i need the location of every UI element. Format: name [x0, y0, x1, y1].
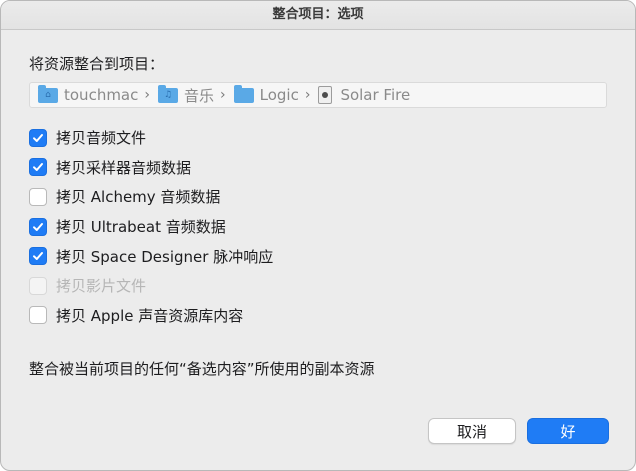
path-item-solar-fire[interactable]: Solar Fire	[318, 86, 410, 104]
option-label: 拷贝 Apple 声音资源库内容	[56, 306, 244, 325]
chevron-right-icon: ›	[144, 87, 150, 103]
checkbox[interactable]	[29, 247, 47, 266]
consolidate-options-dialog: 整合项目：选项 将资源整合到项目： ⌂ touchmac › ♫ 音乐 › Lo…	[0, 0, 636, 471]
chevron-right-icon: ›	[304, 87, 311, 103]
path-item-label: touchmac	[64, 86, 139, 104]
checkbox[interactable]	[29, 217, 47, 236]
path-control[interactable]: ⌂ touchmac › ♫ 音乐 › Logic › Solar Fire	[29, 82, 607, 108]
option-copy-alchemy-audio[interactable]: 拷贝 Alchemy 音频数据	[29, 182, 273, 212]
checkbox[interactable]	[29, 306, 47, 325]
path-item-label: Solar Fire	[340, 86, 411, 104]
home-folder-icon: ⌂	[38, 84, 58, 103]
checkmark-icon	[33, 163, 43, 172]
checkmark-icon	[33, 252, 43, 261]
path-item-music[interactable]: ♫ 音乐	[157, 84, 214, 106]
path-item-label: 音乐	[183, 86, 214, 105]
option-copy-apple-sound-library[interactable]: 拷贝 Apple 声音资源库内容	[29, 301, 273, 331]
option-label: 拷贝影片文件	[56, 277, 147, 296]
option-copy-movie-files: 拷贝影片文件	[29, 271, 273, 301]
checkbox	[29, 276, 47, 295]
chevron-right-icon: ›	[220, 87, 226, 103]
checkbox[interactable]	[29, 187, 47, 206]
option-label: 拷贝 Alchemy 音频数据	[56, 188, 221, 207]
folder-icon	[233, 84, 254, 103]
consolidate-description: 整合被当前项目的任何“备选内容”所使用的副本资源	[29, 360, 375, 378]
option-copy-audio-files[interactable]: 拷贝音频文件	[29, 123, 273, 153]
option-copy-ultrabeat-audio[interactable]: 拷贝 Ultrabeat 音频数据	[29, 212, 273, 242]
path-item-label: Logic	[259, 86, 299, 104]
music-folder-icon: ♫	[157, 84, 178, 103]
option-label: 拷贝 Space Designer 脉冲响应	[56, 247, 274, 266]
checkbox[interactable]	[29, 158, 47, 177]
option-label: 拷贝 Ultrabeat 音频数据	[56, 218, 226, 237]
path-item-touchmac[interactable]: ⌂ touchmac	[38, 84, 139, 104]
copy-options-list: 拷贝音频文件 拷贝采样器音频数据 拷贝 Alchemy 音频数据 拷贝 Ultr…	[29, 123, 273, 330]
checkmark-icon	[33, 222, 43, 231]
option-copy-space-designer-ir[interactable]: 拷贝 Space Designer 脉冲响应	[29, 241, 273, 271]
ok-button[interactable]: 好	[527, 418, 609, 444]
path-item-logic[interactable]: Logic	[233, 84, 299, 104]
option-copy-sampler-audio[interactable]: 拷贝采样器音频数据	[29, 153, 273, 183]
option-label: 拷贝采样器音频数据	[56, 158, 192, 177]
cancel-button[interactable]: 取消	[428, 418, 516, 444]
window-title: 整合项目：选项	[1, 1, 635, 30]
destination-heading: 将资源整合到项目：	[29, 55, 165, 73]
logic-project-file-icon	[318, 86, 333, 104]
checkbox[interactable]	[29, 128, 47, 147]
checkmark-icon	[33, 133, 43, 142]
option-label: 拷贝音频文件	[56, 129, 147, 148]
